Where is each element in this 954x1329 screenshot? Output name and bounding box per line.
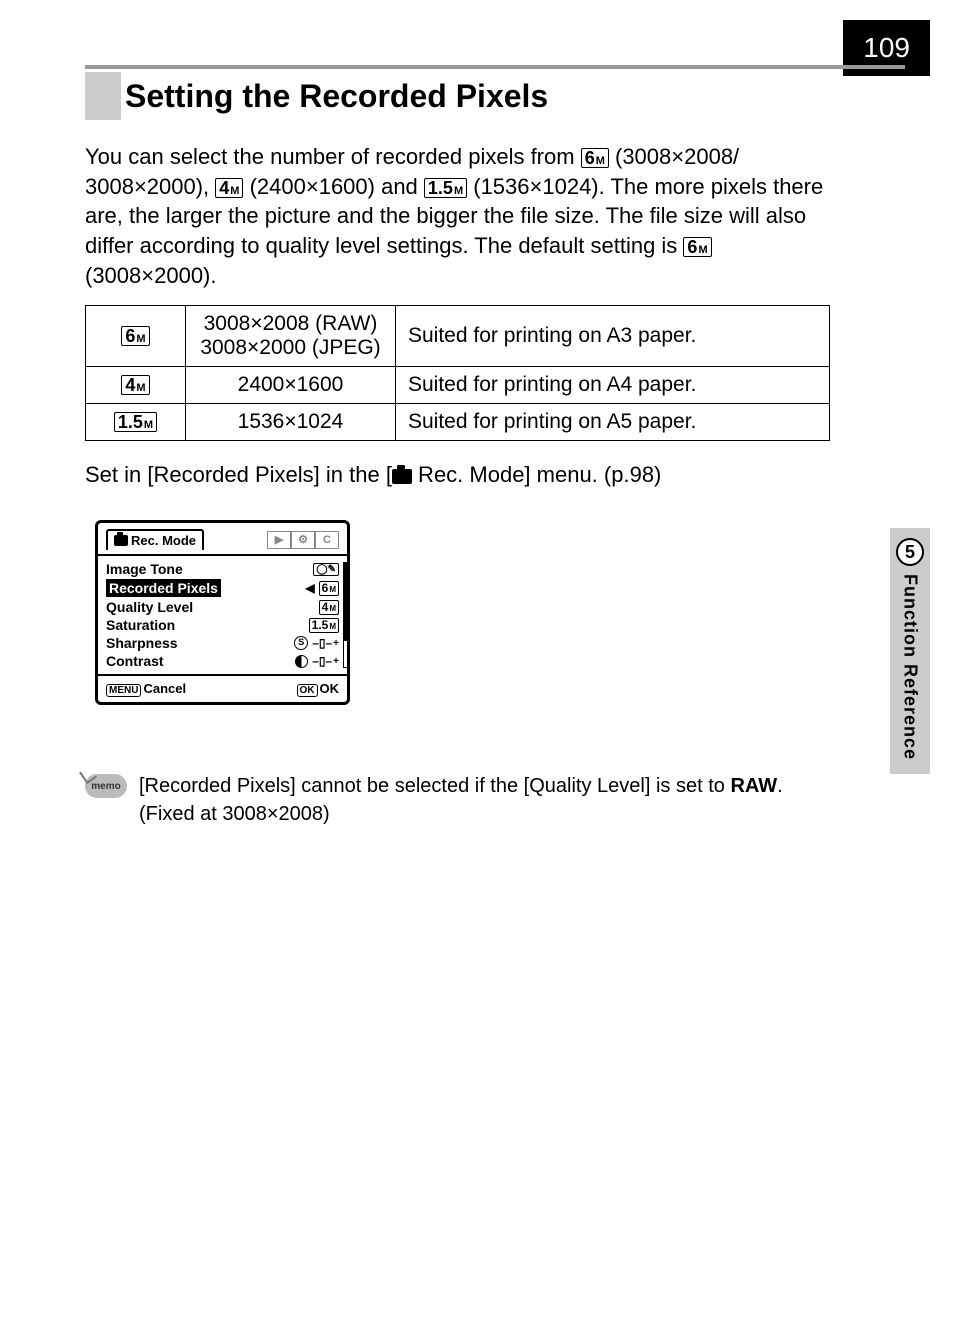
menu-item-contrast: Contrast –▯–+ — [106, 652, 339, 670]
intro-text-1: You can select the number of recorded pi… — [85, 144, 581, 169]
badge-6m-icon: 6M — [121, 326, 149, 346]
badge-4m-icon: 4M — [215, 178, 243, 198]
memo-block: memo [Recorded Pixels] cannot be selecte… — [85, 772, 825, 828]
ok-label: OK — [320, 681, 340, 696]
badge-15m-icon: 1.5M — [114, 412, 157, 432]
chapter-label: Function Reference — [900, 574, 921, 760]
ok-button-icon: OK — [297, 684, 318, 697]
badge-6m-default-icon: 6M — [683, 237, 711, 257]
custom-tab-icon: C — [315, 531, 339, 549]
badge-15m-icon: 1.5M — [424, 178, 467, 198]
set-in-instruction: Set in [Recorded Pixels] in the [ Rec. M… — [85, 462, 661, 488]
memo-icon: memo — [85, 774, 127, 798]
header-divider — [85, 65, 905, 69]
pixels-table: 6M 3008×2008 (RAW)3008×2000 (JPEG) Suite… — [85, 305, 830, 441]
menu-body: Image Tone ◯✎ Recorded Pixels ◀ 6M Quali… — [98, 554, 347, 676]
intro-text-3: (2400×1600) and — [250, 174, 424, 199]
section-title: Setting the Recorded Pixels — [125, 72, 548, 120]
scrollbar-thumb — [343, 563, 348, 641]
menu-item-image-tone: Image Tone ◯✎ — [106, 560, 339, 578]
chapter-number: 5 — [896, 538, 924, 566]
badge-4m-icon: 4M — [319, 600, 339, 615]
resolution-value: 1536×1024 — [186, 404, 396, 441]
scrollbar — [343, 562, 348, 668]
menu-button-icon: MENU — [106, 684, 141, 697]
inactive-tabs: ▶ ⚙ C — [267, 531, 339, 549]
badge-6m-icon: 6M — [319, 581, 339, 596]
camera-icon — [114, 535, 128, 546]
menu-screenshot: Rec. Mode ▶ ⚙ C Image Tone ◯✎ Recorded P… — [95, 520, 350, 705]
description: Suited for printing on A5 paper. — [396, 404, 830, 441]
tab-label: Rec. Mode — [131, 533, 196, 548]
menu-item-sharpness: Sharpness S –▯–+ — [106, 634, 339, 652]
description: Suited for printing on A4 paper. — [396, 367, 830, 404]
table-row: 1.5M 1536×1024 Suited for printing on A5… — [86, 404, 830, 441]
resolution-value: 3008×2008 (RAW) — [204, 312, 378, 335]
side-tab: 5 Function Reference — [890, 528, 930, 774]
left-arrow-icon: ◀ — [305, 581, 314, 595]
active-tab: Rec. Mode — [106, 529, 204, 550]
table-row: 4M 2400×1600 Suited for printing on A4 p… — [86, 367, 830, 404]
raw-label: RAW — [730, 775, 777, 797]
image-tone-icon: ◯✎ — [313, 563, 339, 576]
camera-icon — [392, 469, 412, 484]
intro-text-5: (3008×2000). — [85, 263, 217, 288]
description: Suited for printing on A3 paper. — [396, 306, 830, 367]
badge-15m-icon: 1.5M — [309, 618, 339, 633]
menu-footer: MENUCancel OKOK — [98, 676, 347, 702]
table-row: 6M 3008×2008 (RAW)3008×2000 (JPEG) Suite… — [86, 306, 830, 367]
menu-header: Rec. Mode ▶ ⚙ C — [98, 523, 347, 554]
intro-paragraph: You can select the number of recorded pi… — [85, 142, 825, 290]
cancel-label: Cancel — [143, 681, 186, 696]
menu-item-quality-level: Quality Level 4M — [106, 598, 339, 616]
menu-item-recorded-pixels: Recorded Pixels ◀ 6M — [106, 578, 339, 598]
resolution-value: 2400×1600 — [186, 367, 396, 404]
badge-4m-icon: 4M — [121, 375, 149, 395]
title-accent-bar — [85, 72, 121, 120]
slider-icon: –▯–+ — [312, 636, 339, 650]
slider-icon: –▯–+ — [312, 654, 339, 668]
setup-tab-icon: ⚙ — [291, 531, 315, 549]
memo-text: [Recorded Pixels] cannot be selected if … — [139, 772, 825, 828]
badge-6m-icon: 6M — [581, 148, 609, 168]
section-title-block: Setting the Recorded Pixels — [85, 72, 548, 120]
sharpness-icon: S — [294, 636, 308, 650]
contrast-icon — [295, 655, 308, 668]
resolution-value: 3008×2000 (JPEG) — [200, 336, 380, 359]
menu-item-saturation: Saturation 1.5M — [106, 616, 339, 634]
playback-tab-icon: ▶ — [267, 531, 291, 549]
